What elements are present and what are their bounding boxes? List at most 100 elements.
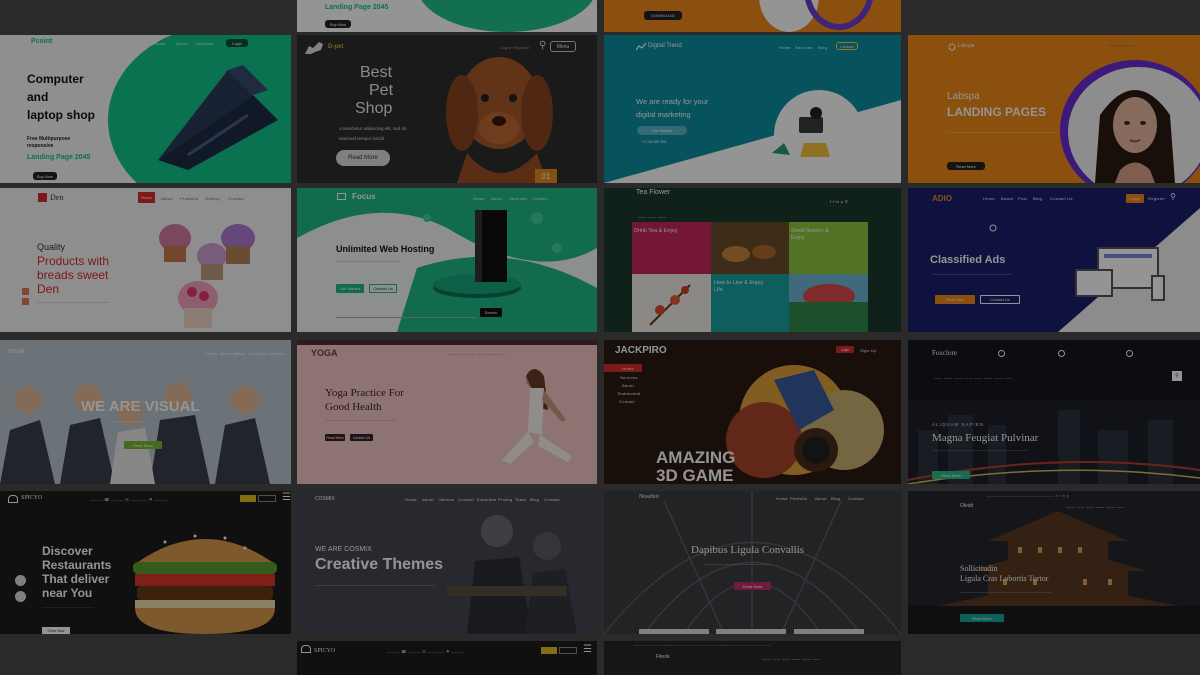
cosmix-nav-7[interactable]: Team: [515, 497, 526, 502]
theme-card-partial-orange[interactable]: DOWNLOAD: [604, 0, 901, 32]
theme-card-partial-fiteok[interactable]: ———————————————————————————————— Fiteok …: [604, 641, 901, 675]
visual-nav-4[interactable]: Portfolio: [249, 351, 266, 356]
theme-card-cosmix[interactable]: COSMIX Home About Service Contact Expert…: [297, 491, 597, 634]
foxclore-nav[interactable]: —— —— —— —— —— —— —— ——: [934, 375, 1013, 380]
cosmix-nav-9[interactable]: Contact: [544, 497, 560, 502]
spicyo-register-button[interactable]: [258, 495, 276, 502]
cosmix-nav-4[interactable]: Contact: [458, 497, 474, 502]
visual-nav-1[interactable]: Home: [206, 351, 218, 356]
nosebot-nav-2[interactable]: Portfolio: [790, 496, 807, 501]
den-nav-2[interactable]: About: [161, 196, 173, 201]
pcoint-nav-1[interactable]: Home: [154, 41, 166, 46]
theme-card-nosebot[interactable]: Nosebot Home Portfolio About Blog Contac…: [604, 491, 901, 634]
theme-card-jackpiro[interactable]: JACKPIRO Login Sign Up Home Services Abo…: [604, 340, 901, 484]
den-nav-3[interactable]: Products: [180, 196, 198, 201]
adio-nav-1[interactable]: Home: [983, 196, 995, 201]
adio-login-button[interactable]: Login: [1126, 194, 1144, 203]
slider-next-button[interactable]: [15, 591, 26, 602]
buy-now-button[interactable]: Buy Now: [325, 20, 351, 28]
spicyo-order-button[interactable]: Order Now: [42, 627, 70, 634]
jackpiro-menu-5[interactable]: Contact: [619, 399, 635, 404]
theme-card-labspa[interactable]: Labspa ─── ─── ── Labspa LANDING PAGES —…: [908, 35, 1200, 183]
spicyo-login-button[interactable]: [240, 495, 256, 502]
digital-contact-button[interactable]: Contact: [836, 42, 858, 50]
focus-contact-button[interactable]: Contact Us: [369, 284, 397, 293]
adio-nav-3[interactable]: Post: [1018, 196, 1027, 201]
nosebot-read-more-button[interactable]: Read More: [734, 582, 771, 590]
pcoint-nav-3[interactable]: Services: [196, 41, 214, 46]
nosebot-nav-4[interactable]: Blog: [831, 496, 840, 501]
pcoint-nav-2[interactable]: About: [176, 41, 188, 46]
menu-icon[interactable]: ☰: [583, 644, 592, 655]
visual-read-more-button[interactable]: Read More: [124, 441, 162, 449]
theme-card-partial-spicyo[interactable]: SPICYO ——— ☎ ——— ✉ ———— ⚑ ——— ☰: [297, 641, 597, 675]
cosmix-nav-2[interactable]: About: [422, 497, 434, 502]
theme-card-focus[interactable]: Focus Home About Services Contact Unlimi…: [297, 188, 597, 332]
foxclore-read-more-button[interactable]: Read More: [932, 471, 970, 479]
theme-card-visual[interactable]: VISUAL Home Services Blog Portfolio Cont…: [0, 340, 291, 484]
den-nav-4[interactable]: Gallery: [205, 196, 220, 201]
pcoint-buy-button[interactable]: Buy Now: [33, 172, 57, 180]
foxclore-search-button[interactable]: ⚲: [1172, 371, 1182, 381]
theme-card-yoga[interactable]: YOGA —— —— —— —— —— —— Yoga Practice For…: [297, 340, 597, 484]
digital-get-started-button[interactable]: Get Started: [637, 126, 687, 135]
cosmix-nav-3[interactable]: Service: [439, 497, 454, 502]
theme-card-dpet[interactable]: D-pet Login Register ⚲ Menu Best Pet Sho…: [297, 35, 597, 183]
theme-card-den[interactable]: Den Home About Products Gallery Contact …: [0, 188, 291, 332]
nosebot-nav-3[interactable]: About: [815, 496, 827, 501]
cosmix-nav-1[interactable]: Home: [405, 497, 417, 502]
fiteok-nav[interactable]: —— —— —— —— —— ——: [762, 656, 821, 661]
den-side-icon-1[interactable]: [22, 288, 29, 295]
dpet-read-more-button[interactable]: Read More: [336, 150, 390, 166]
adio-nav-4[interactable]: Blog: [1033, 196, 1042, 201]
jackpiro-menu-1[interactable]: Home: [622, 366, 634, 371]
adio-post-free-button[interactable]: Post Free: [935, 295, 975, 304]
adio-contact-button[interactable]: Contact Us: [980, 295, 1020, 304]
spicyo2-login-button[interactable]: [541, 647, 557, 654]
theme-card-tea-flower[interactable]: Tea Flower f t in p ⚲ —— —— —— Drink Tea…: [604, 188, 901, 332]
adio-nav-5[interactable]: Contact Us: [1050, 196, 1073, 201]
search-icon[interactable]: ⚲: [1170, 192, 1176, 201]
theme-card-spicyo[interactable]: SPICYO ——— ☎ ——— ✉ ———— ⚑ ——— ☰ Discover…: [0, 491, 291, 634]
digital-nav-3[interactable]: Blog: [818, 45, 827, 50]
download-button[interactable]: DOWNLOAD: [644, 11, 682, 20]
menu-icon[interactable]: ☰: [282, 492, 291, 503]
jackpiro-login-button[interactable]: Login: [836, 346, 854, 353]
labspa-read-more-button[interactable]: Read More: [947, 162, 985, 170]
theme-card-adio[interactable]: ADIO Home Board Post Blog Contact Us Log…: [908, 188, 1200, 332]
focus-get-started-button[interactable]: Get Started: [336, 284, 364, 293]
focus-nav-1[interactable]: Home: [473, 196, 485, 201]
yoga-read-more-button[interactable]: Read More: [325, 434, 345, 441]
focus-nav-4[interactable]: Contact: [532, 196, 548, 201]
focus-search-button[interactable]: Search: [480, 308, 502, 317]
oleidt-read-more-button[interactable]: Read More: [960, 614, 1004, 622]
visual-nav-3[interactable]: Blog: [236, 351, 245, 356]
teaflower-nav[interactable]: —— —— ——: [638, 214, 667, 219]
focus-nav-3[interactable]: Services: [509, 196, 527, 201]
theme-card-pcoint[interactable]: Pcoint Home About Services Login Compute…: [0, 35, 291, 183]
labspa-nav[interactable]: ─── ─── ──: [1108, 43, 1136, 48]
theme-card-digital-trend[interactable]: Digital Trend Home Services Blog Contact…: [604, 35, 901, 183]
nosebot-nav-5[interactable]: Contact: [848, 496, 864, 501]
theme-card-oleidt[interactable]: ———————————————— f t in p Oleidt —— —— —…: [908, 491, 1200, 634]
digital-nav-1[interactable]: Home: [779, 45, 791, 50]
jackpiro-menu-2[interactable]: Services: [620, 375, 638, 380]
den-nav-home[interactable]: Home: [138, 192, 155, 203]
digital-nav-2[interactable]: Services: [795, 45, 813, 50]
cosmix-nav-6[interactable]: Pricing: [498, 497, 512, 502]
adio-register-link[interactable]: Register: [1148, 196, 1165, 201]
den-nav-5[interactable]: Contact: [228, 196, 244, 201]
theme-card-partial-landing[interactable]: Landing Page 2045 Buy Now: [297, 0, 597, 32]
jackpiro-signup-link[interactable]: Sign Up: [860, 348, 876, 353]
jackpiro-menu-4[interactable]: Testimonial: [617, 391, 640, 396]
nosebot-nav-1[interactable]: Home: [776, 496, 788, 501]
theme-card-foxclore[interactable]: Foxclore —— —— —— —— —— —— —— —— ⚲ ALIQU…: [908, 340, 1200, 484]
focus-nav-2[interactable]: About: [491, 196, 503, 201]
spicyo2-register-button[interactable]: [559, 647, 577, 654]
den-side-icon-2[interactable]: [22, 298, 29, 305]
jackpiro-menu-3[interactable]: About: [622, 383, 634, 388]
yoga-contact-button[interactable]: Contact Us: [350, 434, 373, 441]
oleidt-nav[interactable]: —— —— —— —— —— ——: [1066, 504, 1125, 509]
cosmix-nav-8[interactable]: Blog: [530, 497, 539, 502]
pcoint-login-button[interactable]: Login: [226, 39, 248, 47]
